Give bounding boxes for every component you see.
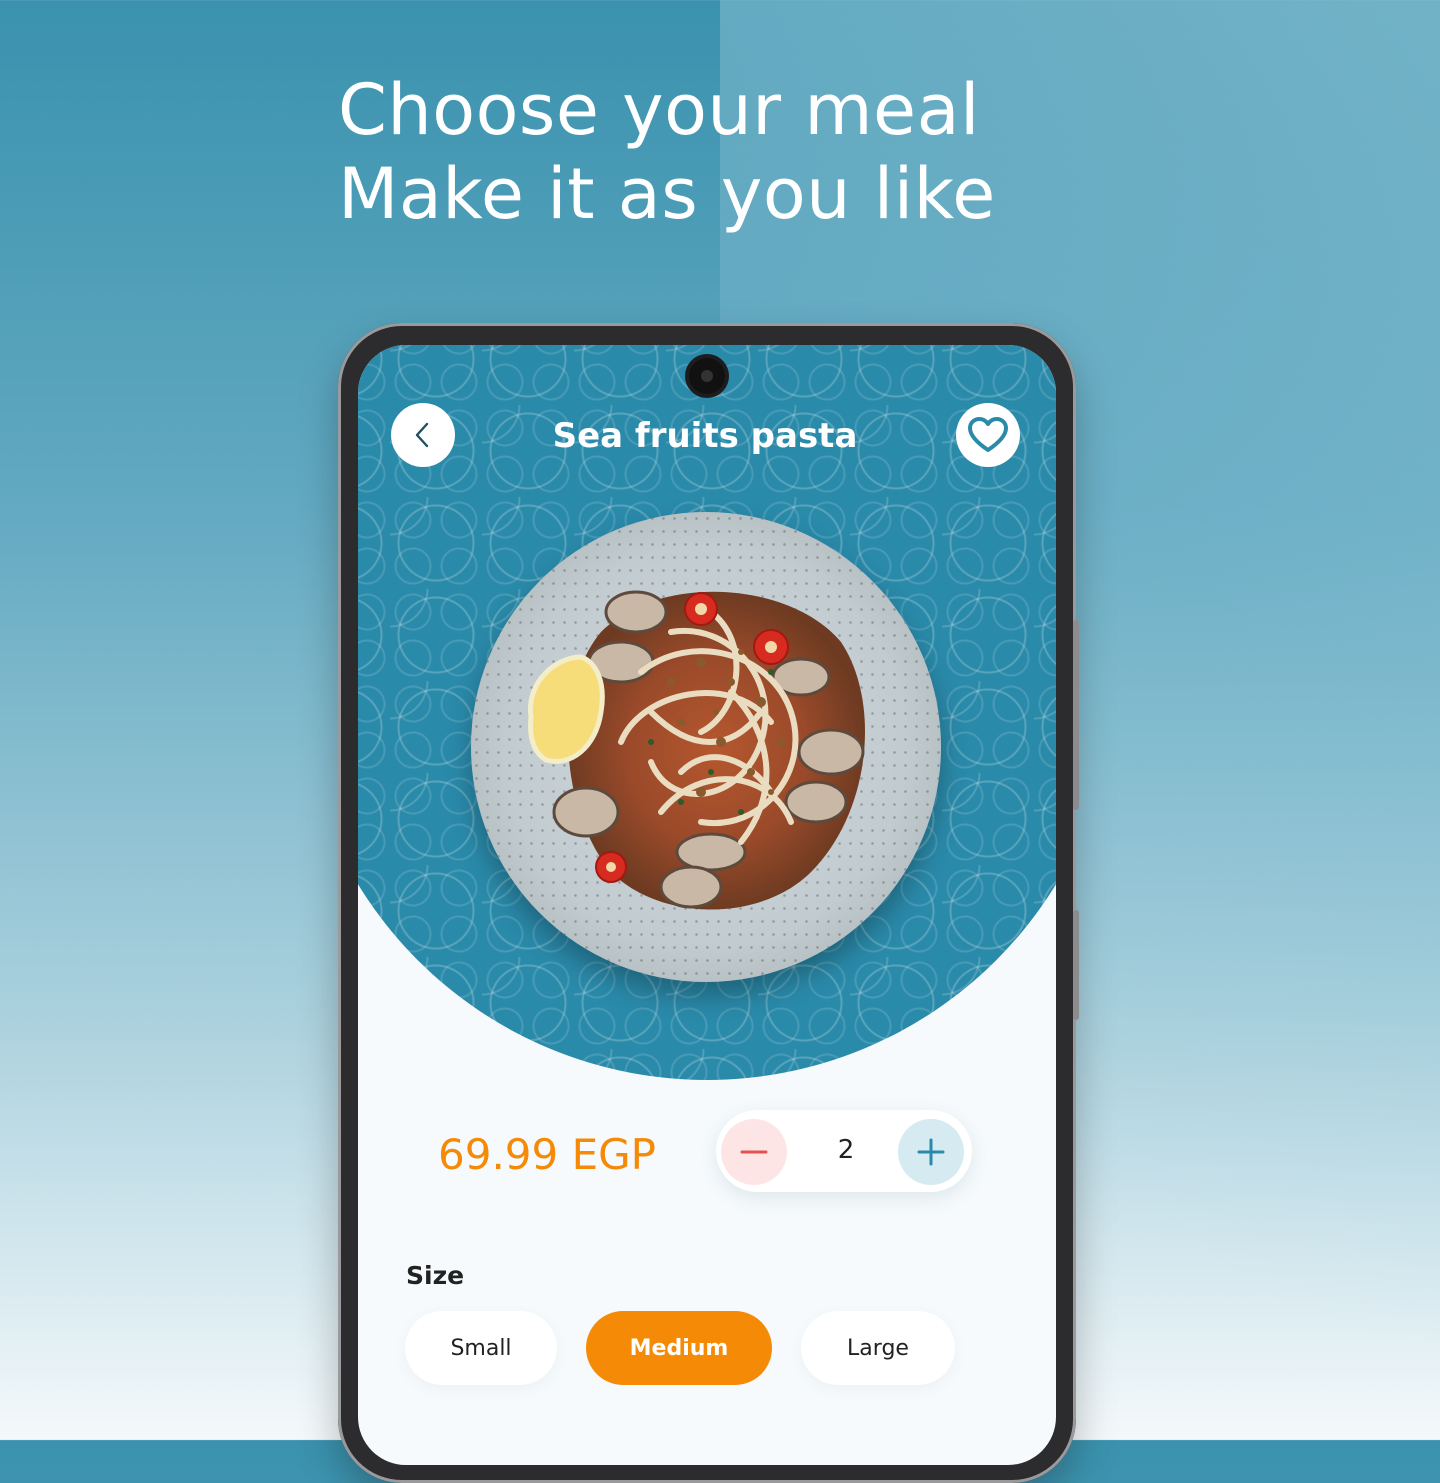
dish-image bbox=[471, 512, 941, 982]
pasta-illustration bbox=[528, 590, 865, 910]
size-option-small[interactable]: Small bbox=[405, 1311, 557, 1385]
price-label: 69.99 EGP bbox=[438, 1130, 656, 1179]
quantity-value: 2 bbox=[837, 1135, 855, 1165]
page-title: Sea fruits pasta bbox=[552, 416, 858, 456]
favorite-button[interactable] bbox=[956, 403, 1020, 467]
back-button[interactable] bbox=[391, 403, 455, 467]
chevron-left-icon bbox=[410, 420, 436, 450]
headline-line-2: Make it as you like bbox=[338, 153, 996, 235]
size-option-medium[interactable]: Medium bbox=[586, 1311, 772, 1385]
size-option-label: Medium bbox=[629, 1335, 729, 1361]
plus-icon bbox=[917, 1138, 945, 1166]
size-option-large[interactable]: Large bbox=[801, 1311, 955, 1385]
headline: Choose your meal Make it as you like bbox=[338, 68, 1098, 236]
phone-power-button bbox=[1073, 910, 1079, 1020]
phone-volume-button bbox=[1073, 620, 1079, 810]
size-option-label: Small bbox=[450, 1335, 512, 1361]
minus-icon bbox=[740, 1138, 768, 1166]
decrease-quantity-button[interactable] bbox=[721, 1119, 787, 1185]
size-section-label: Size bbox=[406, 1261, 465, 1290]
headline-line-1: Choose your meal bbox=[338, 69, 980, 151]
size-option-label: Large bbox=[847, 1335, 909, 1361]
increase-quantity-button[interactable] bbox=[898, 1119, 964, 1185]
heart-icon bbox=[966, 415, 1010, 455]
front-camera bbox=[689, 358, 725, 394]
